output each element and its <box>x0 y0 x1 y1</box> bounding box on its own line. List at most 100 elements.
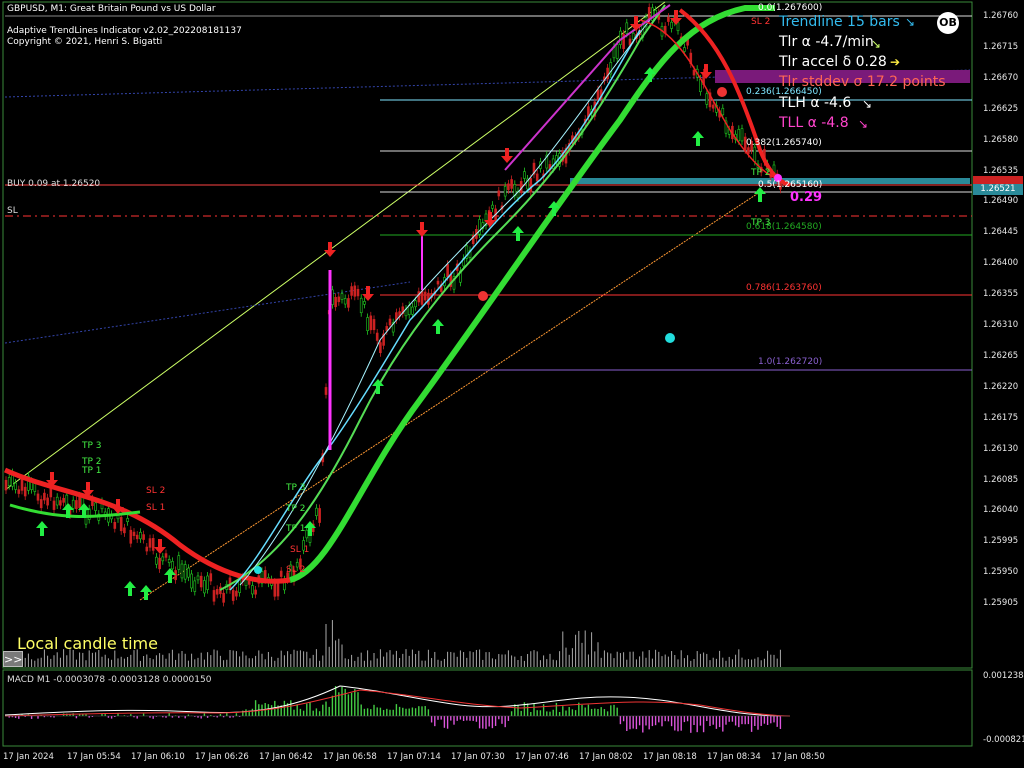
up-arrow-icon <box>164 568 176 583</box>
buy-order-label[interactable]: BUY 0.09 at 1.26520 <box>7 180 100 189</box>
sl1-mid: SL 1 <box>290 545 310 555</box>
price-axis-label: 1.26175 <box>983 412 1019 423</box>
time-axis-label: 17 Jan 08:18 <box>643 752 697 762</box>
candle-body <box>23 486 27 497</box>
tp1-left: TP 1 <box>82 466 102 476</box>
buy-price-tag <box>973 176 1023 184</box>
cyan-signal-dot <box>665 333 675 343</box>
candle-body <box>359 297 363 314</box>
time-axis-label: 17 Jan 05:54 <box>67 752 121 762</box>
down-arrow-icon <box>324 242 336 257</box>
candle-body <box>318 508 321 523</box>
candle-body <box>529 178 533 193</box>
price-axis-label: 1.25905 <box>983 598 1019 609</box>
time-axis-label: 17 Jan 07:30 <box>451 752 505 762</box>
candle-body <box>126 518 129 522</box>
candle-body <box>139 531 142 540</box>
sl-order-label[interactable]: SL <box>7 207 18 216</box>
upper-trendline <box>4 1 666 491</box>
candle-body <box>343 298 347 305</box>
candle-body <box>747 147 750 154</box>
down-arrow-icon <box>501 148 513 163</box>
down-arrow-icon <box>630 16 642 31</box>
price-axis-label: 1.26715 <box>983 41 1019 52</box>
candle-body <box>436 280 440 285</box>
fib-label-1000: 1.0(1.262720) <box>758 357 823 367</box>
candle-body <box>123 527 126 534</box>
candle-body <box>55 496 59 506</box>
candle-body <box>721 107 725 116</box>
candle-body <box>193 580 197 592</box>
price-axis-label: 1.26220 <box>983 381 1019 392</box>
price-axis-label: 1.26580 <box>983 134 1019 145</box>
toggle-panel-button[interactable]: >> <box>3 651 23 667</box>
up-arrow-icon <box>124 581 136 596</box>
candle-body <box>625 22 629 34</box>
sl2-right: SL 2 <box>751 17 771 27</box>
up-arrow-icon <box>512 226 524 241</box>
ratio-value: 0.29 <box>790 190 823 205</box>
time-axis-label: 17 Jan 06:42 <box>259 752 313 762</box>
candle-body <box>340 293 344 300</box>
tp1-mid: TP 1 <box>286 524 306 534</box>
candle-body <box>619 30 622 45</box>
candle-body <box>676 22 680 31</box>
candle-body <box>71 499 75 509</box>
macd-signal-line <box>4 689 791 717</box>
candle-body <box>276 583 280 597</box>
time-axis-label: 17 Jan 08:50 <box>771 752 825 762</box>
fib-label-382: 0.382(1.265740) <box>746 138 822 148</box>
cyan-signal-dot-2 <box>254 566 262 574</box>
candle-body <box>740 128 744 142</box>
time-axis-label: 17 Jan 06:58 <box>323 752 377 762</box>
candle-body <box>161 556 165 562</box>
macd-label: MACD M1 -0.0003078 -0.0003128 0.0000150 <box>7 675 212 685</box>
sl1-left: SL 1 <box>146 503 166 513</box>
candle-body <box>683 47 686 52</box>
fib-label-500: 0.5(1.265160) <box>758 180 823 190</box>
tp3-right: TP 3 <box>751 218 771 228</box>
candle-body <box>231 590 235 601</box>
indicator-title: Adaptive TrendLines Indicator v2.02_2022… <box>7 26 242 36</box>
candle-body <box>199 575 203 588</box>
candle-body <box>254 589 257 595</box>
candle-body <box>183 564 187 580</box>
candle-body <box>177 555 181 570</box>
sl2-left: SL 2 <box>146 486 166 496</box>
candle-body <box>142 534 145 540</box>
candle-body <box>369 315 373 331</box>
candle-body <box>87 508 91 520</box>
candle-body <box>167 559 171 564</box>
up-arrow-icon <box>432 319 444 334</box>
tp2-mid: TP 2 <box>286 504 306 514</box>
candle-body <box>363 300 366 305</box>
sl2-mid: SL 2 <box>286 565 306 575</box>
candle-body <box>491 204 494 209</box>
logo-icon: OB <box>937 12 959 34</box>
candle-body <box>411 306 414 315</box>
candle-body <box>305 529 309 539</box>
candle-body <box>132 531 136 537</box>
copyright-text: Copyright © 2021, Henri S. Bigatti <box>7 37 163 47</box>
price-axis-label: 1.26085 <box>983 474 1019 485</box>
candle-body <box>94 502 97 511</box>
candle-body <box>187 567 190 578</box>
lower-trendline <box>139 191 761 601</box>
candle-body <box>190 573 193 589</box>
ma-red-right <box>678 8 791 187</box>
price-axis-label: 1.26040 <box>983 505 1019 516</box>
price-axis-label: 1.25950 <box>983 567 1019 578</box>
price-axis-label: 1.26490 <box>983 196 1019 207</box>
tlr-accel-arrow-icon: ➔ <box>890 55 900 69</box>
up-arrow-icon <box>372 379 384 394</box>
candle-body <box>670 21 673 29</box>
candle-body <box>209 573 213 582</box>
candle-body <box>503 185 507 197</box>
candle-body <box>497 190 501 197</box>
candle-body <box>615 44 619 59</box>
candle-body <box>647 7 651 20</box>
price-axis-label: 1.26310 <box>983 320 1019 330</box>
candle-body <box>212 590 216 602</box>
candle-body <box>62 497 65 503</box>
candle-body <box>315 507 318 517</box>
